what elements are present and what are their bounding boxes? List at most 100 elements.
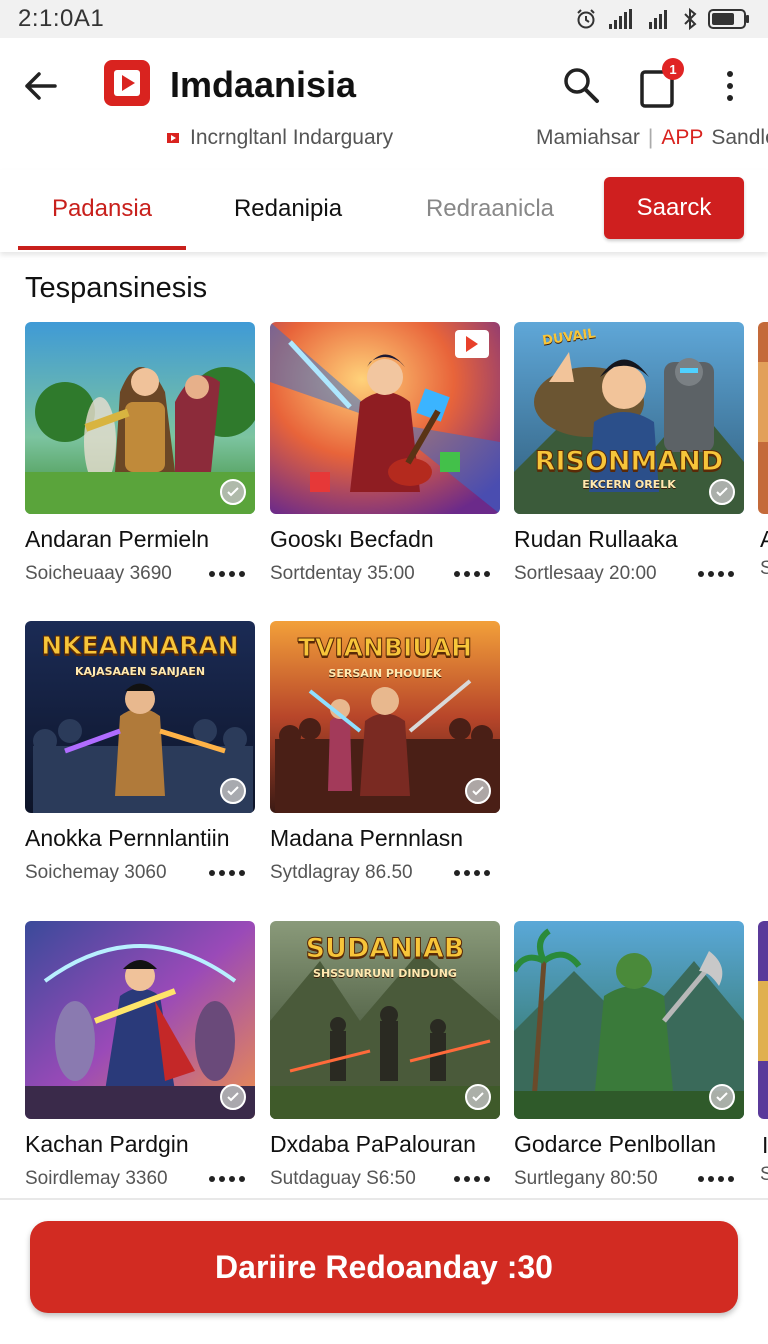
- video-thumbnail: [25, 921, 255, 1119]
- more-dots-button[interactable]: [454, 870, 490, 876]
- video-thumbnail: [514, 921, 744, 1119]
- video-meta: Soichemay 3060: [25, 862, 167, 883]
- more-dots-button[interactable]: [698, 1176, 734, 1182]
- channel-info: Incrngltanl Indarguary: [166, 126, 393, 150]
- check-circle-icon: [465, 1084, 491, 1110]
- app-title: Imdaanisia: [170, 64, 357, 105]
- check-circle-icon: [709, 1084, 735, 1110]
- sandbox-link[interactable]: Sandled: [711, 126, 768, 150]
- video-title: Dxdaba PaPalouran: [270, 1131, 476, 1157]
- video-card[interactable]: RISONMAND EKCERN ORELK DUVAIL Rudan Rull…: [514, 322, 744, 585]
- tab-bar: Padansia Redanipia Redraanicla Saarck: [0, 170, 768, 252]
- thumbnail-title-text: TVIANBIUAH: [297, 633, 473, 663]
- thumbnail-title-text: NKEANNARAN: [41, 631, 239, 661]
- video-meta-row: Sutdaguay S6:50: [270, 1168, 500, 1190]
- video-meta-row: Sortdentay 35:00: [270, 563, 500, 585]
- video-meta: Sutdaguay S6:50: [270, 1168, 416, 1189]
- more-dots-button[interactable]: [454, 571, 490, 577]
- sub-header-separator: |: [647, 126, 654, 149]
- video-thumbnail: TVIANBIUAH SERSAIN PHOUIEK: [270, 621, 500, 813]
- video-card[interactable]: SUDANIAB SHSSUNRUNI DINDUNG Dxdaba PaPal…: [270, 921, 500, 1190]
- thumbnail-subtitle-text: SHSSUNRUNI DINDUNG: [313, 967, 457, 980]
- video-card[interactable]: Kachan Pardgin Soirdlemay 3360: [25, 921, 255, 1190]
- video-card-partial[interactable]: [758, 921, 768, 1119]
- check-circle-icon: [220, 1084, 246, 1110]
- video-meta-row: Sytdlagray 86.50: [270, 862, 500, 884]
- video-card[interactable]: NKEANNARAN KAJASAAEN SANJAEN Anokka Pern…: [25, 621, 255, 884]
- back-button[interactable]: [18, 64, 62, 108]
- flag-icon: [167, 133, 179, 143]
- video-meta-row: Soichemay 3060: [25, 862, 255, 884]
- back-arrow-icon: [25, 72, 57, 100]
- notification-badge: 1: [662, 58, 684, 80]
- video-title: Kachan Pardgin: [25, 1131, 189, 1157]
- video-title: Godarce Penlbollan: [514, 1131, 717, 1157]
- video-thumbnail: [25, 322, 255, 514]
- video-card-partial[interactable]: [758, 322, 768, 514]
- bottom-divider: [0, 1198, 768, 1200]
- alarm-icon: [577, 9, 595, 29]
- tab-padansia[interactable]: Padansia: [18, 170, 186, 250]
- status-bar: 2:1:0A1: [0, 0, 768, 38]
- primary-action-button[interactable]: Dariire Redoanday :30: [30, 1221, 738, 1313]
- notifications-button[interactable]: 1: [636, 58, 684, 110]
- thumbnail-title-text: RISONMAND: [534, 446, 724, 478]
- video-meta-row: Soirdlemay 3360: [25, 1168, 255, 1190]
- search-icon: [564, 68, 599, 103]
- app-logo: [104, 60, 150, 106]
- video-title: Madana Pernnlasn: [270, 825, 464, 851]
- thumbnail-subtitle-text: SERSAIN PHOUIEK: [328, 667, 442, 680]
- partial-card-meta: S: [760, 1164, 768, 1185]
- video-title: Anokka Pernnlantiin: [25, 825, 230, 851]
- video-title: Rudan Rullaaka: [514, 526, 678, 552]
- video-meta: Sortdentay 35:00: [270, 563, 415, 584]
- more-vert-dot: [727, 95, 733, 101]
- video-meta-row: Sortlesaay 20:00: [514, 563, 744, 585]
- sub-header-location: Mamiahsar: [536, 126, 640, 149]
- more-dots-button[interactable]: [209, 571, 245, 577]
- video-meta: Soirdlemay 3360: [25, 1168, 168, 1189]
- video-card[interactable]: TVIANBIUAH SERSAIN PHOUIEK Madana Pernnl…: [270, 621, 500, 884]
- video-meta-row: Surtlegany 80:50: [514, 1168, 744, 1190]
- video-title: Andaran Permieln: [25, 526, 210, 552]
- video-meta: Sytdlagray 86.50: [270, 862, 413, 883]
- app-bar: Imdaanisia 1: [0, 38, 768, 130]
- more-dots-button[interactable]: [454, 1176, 490, 1182]
- check-circle-icon: [220, 479, 246, 505]
- tab-redanipia[interactable]: Redanipia: [210, 170, 366, 248]
- more-options-button[interactable]: [712, 64, 748, 108]
- sub-header-right: Mamiahsar | APP Sandled: [536, 126, 768, 150]
- video-card[interactable]: Gooskı Becfadn Sortdentay 35:00: [270, 322, 500, 585]
- tab-redraanicla[interactable]: Redraanicla: [410, 170, 570, 248]
- video-card[interactable]: Godarce Penlbollan Surtlegany 80:50: [514, 921, 744, 1190]
- more-vert-dot: [727, 83, 733, 89]
- search-tab-button[interactable]: Saarck: [604, 177, 744, 239]
- video-meta: Sortlesaay 20:00: [514, 563, 657, 584]
- partial-card-title: I: [762, 1132, 768, 1158]
- more-dots-button[interactable]: [209, 870, 245, 876]
- check-circle-icon: [709, 479, 735, 505]
- section-title: Tespansinesis: [25, 272, 208, 304]
- play-logo-icon: [114, 70, 140, 96]
- signal-icon: [649, 10, 667, 29]
- signal-icon: [609, 9, 632, 29]
- video-thumbnail: SUDANIAB SHSSUNRUNI DINDUNG: [270, 921, 500, 1119]
- check-circle-icon: [220, 778, 246, 804]
- video-title: Gooskı Becfadn: [270, 526, 434, 552]
- more-dots-button[interactable]: [209, 1176, 245, 1182]
- video-meta: Soicheuaay 3690: [25, 563, 172, 584]
- video-thumbnail: RISONMAND EKCERN ORELK DUVAIL: [514, 322, 744, 514]
- thumbnail-title-text: SUDANIAB: [305, 933, 465, 965]
- status-time: 2:1:0A1: [18, 5, 105, 32]
- bluetooth-icon: [684, 7, 697, 31]
- video-meta-row: Soicheuaay 3690: [25, 563, 255, 585]
- more-dots-button[interactable]: [698, 571, 734, 577]
- status-icons: [574, 7, 750, 31]
- sub-header: Incrngltanl Indarguary Mamiahsar | APP S…: [0, 122, 768, 158]
- app-link[interactable]: APP: [661, 126, 703, 150]
- video-card[interactable]: Andaran Permieln Soicheuaay 3690: [25, 322, 255, 585]
- search-button[interactable]: [558, 62, 604, 108]
- partial-card-meta: S: [760, 558, 768, 579]
- check-circle-icon: [465, 778, 491, 804]
- video-meta: Surtlegany 80:50: [514, 1168, 658, 1189]
